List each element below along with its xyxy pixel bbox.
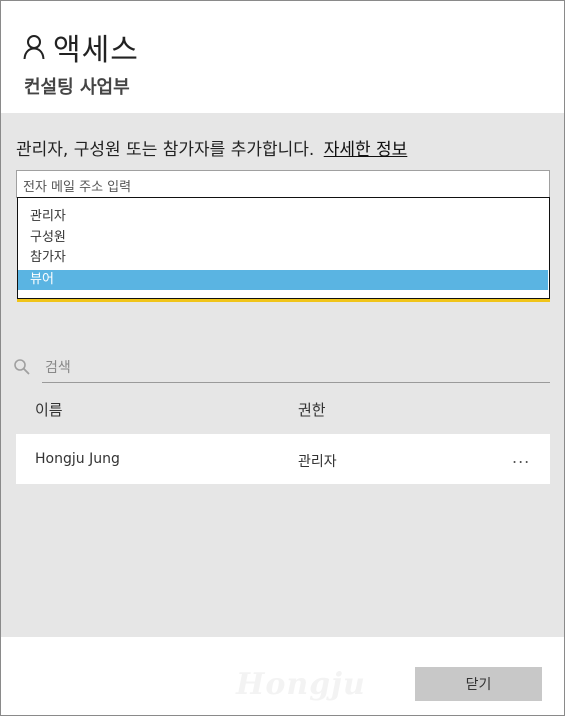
- add-description: 관리자, 구성원 또는 참가자를 추가합니다.: [16, 140, 315, 160]
- workspace-name: 컨설팅 사업부: [24, 77, 130, 98]
- search-input[interactable]: 검색: [42, 353, 550, 383]
- role-option-viewer[interactable]: 뷰어: [18, 270, 548, 290]
- person-icon: [23, 34, 45, 60]
- email-input[interactable]: 전자 메일 주소 입력: [16, 170, 550, 198]
- role-option-member[interactable]: 구성원: [18, 228, 548, 248]
- column-header-permission: 권한: [298, 401, 326, 419]
- page-title: 액세스: [53, 33, 139, 68]
- access-dialog: 액세스 컨설팅 사업부 관리자, 구성원 또는 참가자를 추가합니다. 자세한 …: [0, 0, 565, 716]
- add-instructions: 관리자, 구성원 또는 참가자를 추가합니다. 자세한 정보: [16, 135, 407, 160]
- member-name: Hongju Jung: [35, 451, 120, 467]
- dialog-body: 관리자, 구성원 또는 참가자를 추가합니다. 자세한 정보 전자 메일 주소 …: [1, 113, 564, 637]
- more-options-button[interactable]: ...: [512, 448, 530, 467]
- column-header-name: 이름: [35, 401, 63, 419]
- member-permission[interactable]: 관리자: [298, 451, 337, 471]
- focus-underline: [17, 299, 550, 302]
- search-icon: [13, 358, 31, 380]
- learn-more-link[interactable]: 자세한 정보: [324, 140, 408, 160]
- role-option-contributor[interactable]: 참가자: [18, 248, 548, 268]
- role-option-admin[interactable]: 관리자: [18, 207, 548, 227]
- role-dropdown[interactable]: 관리자 구성원 참가자 뷰어: [17, 197, 550, 299]
- dialog-header: 액세스 컨설팅 사업부: [1, 1, 564, 113]
- dialog-footer: Hongju 닫기: [1, 637, 564, 715]
- table-row[interactable]: Hongju Jung 관리자 ...: [16, 434, 550, 484]
- close-button[interactable]: 닫기: [415, 667, 542, 701]
- watermark: Hongju: [236, 667, 366, 702]
- title-row: 액세스: [23, 25, 139, 69]
